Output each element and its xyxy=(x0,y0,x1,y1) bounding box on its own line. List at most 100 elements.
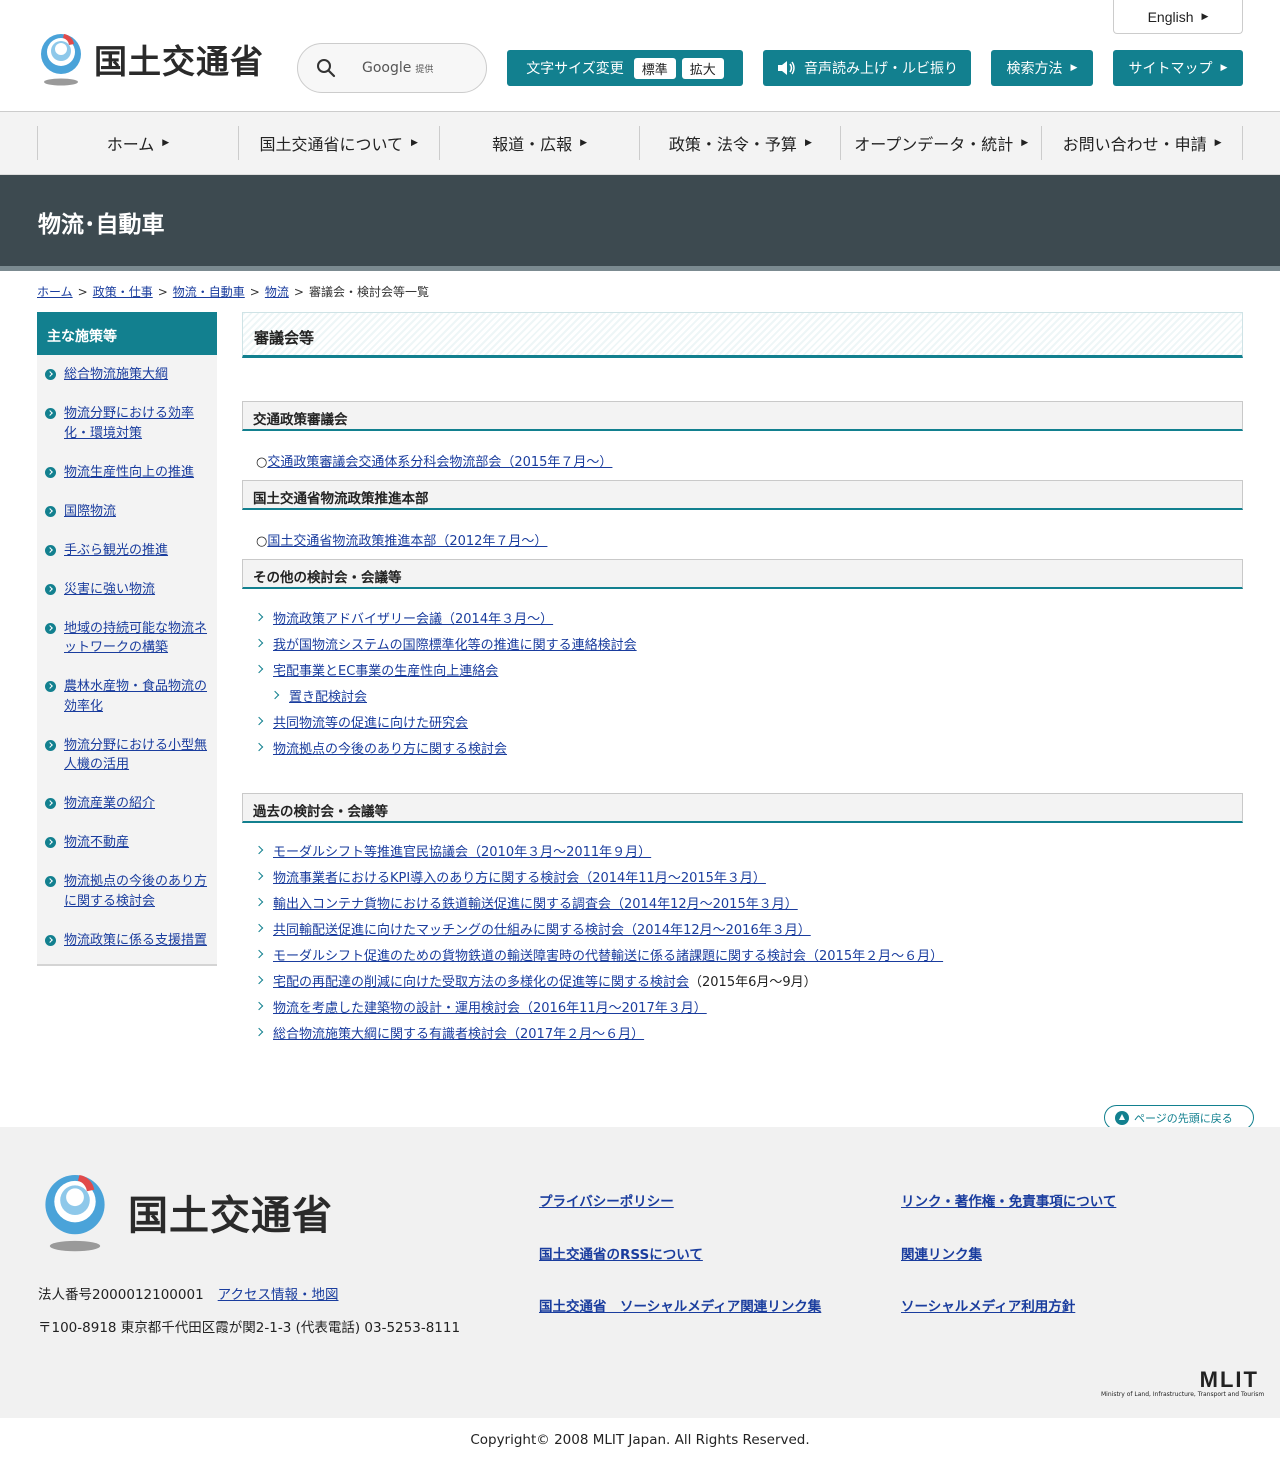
gnav-press[interactable]: 報道・広報 ▶ xyxy=(438,126,640,160)
gnav-about[interactable]: 国土交通省について ▶ xyxy=(237,126,439,160)
past-meeting-link[interactable]: 物流を考慮した建築物の設計・運用検討会（2016年11月～2017年３月） xyxy=(273,997,707,1016)
triangle-right-icon: ▶ xyxy=(804,138,812,148)
circle-arrow-icon xyxy=(45,837,56,848)
circle-arrow-icon xyxy=(45,544,56,556)
breadcrumb-logistics[interactable]: 物流 xyxy=(265,285,289,299)
sidebar-item: 国際物流 xyxy=(45,502,207,522)
sidebar-link[interactable]: 物流生産性向上の推進 xyxy=(64,463,194,483)
site-logo[interactable]: 国土交通省 xyxy=(36,32,264,86)
privacy-policy-link[interactable]: プライバシーポリシー xyxy=(539,1190,674,1210)
list-item: 物流を考慮した建築物の設計・運用検討会（2016年11月～2017年３月） xyxy=(254,993,943,1019)
past-meeting-link[interactable]: 共同輸配送促進に向けたマッチングの仕組みに関する検討会（2014年12月～201… xyxy=(273,919,811,938)
meeting-link[interactable]: 物流拠点の今後のあり方に関する検討会 xyxy=(273,738,507,757)
breadcrumb-logistics-auto[interactable]: 物流・自動車 xyxy=(173,285,245,299)
sidebar-item: 手ぶら観光の推進 xyxy=(45,541,207,561)
social-links-link[interactable]: 国土交通省 ソーシャルメディア関連リンク集 xyxy=(539,1295,821,1315)
sidebar-link[interactable]: 農林水産物・食品物流の効率化 xyxy=(64,677,207,716)
related-links-link[interactable]: 関連リンク集 xyxy=(901,1243,982,1263)
past-meeting-link[interactable]: 物流事業者におけるKPI導入のあり方に関する検討会（2014年11月～2015年… xyxy=(273,867,766,886)
voice-ruby-button[interactable]: 音声読み上げ・ルビ振り xyxy=(763,50,971,86)
meeting-link[interactable]: 共同物流等の促進に向けた研究会 xyxy=(273,712,468,731)
sidebar-item: 物流分野における小型無人機の活用 xyxy=(45,736,207,775)
access-map-link[interactable]: アクセス情報・地図 xyxy=(218,1287,339,1303)
past-meeting-link[interactable]: モーダルシフト等推進官民協議会（2010年３月～2011年９月） xyxy=(273,841,651,860)
headquarters-link[interactable]: 国土交通省物流政策推進本部（2012年７月～） xyxy=(267,534,547,549)
copyright-disclaimer-link[interactable]: リンク・著作権・免責事項について xyxy=(901,1190,1116,1210)
gnav-contact[interactable]: お問い合わせ・申請 ▶ xyxy=(1041,126,1243,160)
main-content: 審議会等 交通政策審議会 ○交通政策審議会交通体系分科会物流部会（2015年７月… xyxy=(242,312,1243,1042)
past-meeting-link[interactable]: 総合物流施策大綱に関する有識者検討会（2017年２月～６月） xyxy=(273,1023,644,1042)
sidebar-link[interactable]: 地域の持続可能な物流ネットワークの構築 xyxy=(64,619,207,658)
section-item: ○国土交通省物流政策推進本部（2012年７月～） xyxy=(256,534,548,549)
list-item: 物流事業者におけるKPI導入のあり方に関する検討会（2014年11月～2015年… xyxy=(254,863,943,889)
other-meetings-list: 物流政策アドバイザリー会議（2014年３月～） 我が国物流システムの国際標準化等… xyxy=(254,604,637,760)
sidebar-link[interactable]: 総合物流施策大綱 xyxy=(64,365,168,385)
social-policy-link[interactable]: ソーシャルメディア利用方針 xyxy=(901,1295,1075,1315)
font-size-label: 文字サイズ変更 xyxy=(526,61,624,77)
list-item: 宅配の再配達の削減に向けた受取方法の多様化の促進等に関する検討会 （2015年6月… xyxy=(254,967,943,993)
breadcrumb-current: 審議会・検討会等一覧 xyxy=(308,285,429,299)
search-provider: Google 提供 xyxy=(362,60,434,76)
font-size-large-button[interactable]: 拡大 xyxy=(681,57,724,79)
english-button[interactable]: English ▶ xyxy=(1113,0,1243,34)
gnav-home[interactable]: ホーム ▶ xyxy=(37,126,238,160)
list-item: 置き配検討会 xyxy=(256,682,637,708)
footer-logo[interactable]: 国土交通省 xyxy=(38,1170,333,1254)
arrow-up-icon xyxy=(1115,1110,1129,1125)
sidebar-link[interactable]: 災害に強い物流 xyxy=(64,580,155,600)
meeting-link[interactable]: 置き配検討会 xyxy=(289,686,367,705)
past-meeting-link[interactable]: 輸出入コンテナ貨物における鉄道輸送促進に関する調査会（2014年12月～2015… xyxy=(273,893,798,912)
meeting-link[interactable]: 宅配事業とEC事業の生産性向上連絡会 xyxy=(273,660,498,679)
chevron-right-icon xyxy=(254,949,264,959)
sidebar-link[interactable]: 物流不動産 xyxy=(64,833,129,853)
council-link[interactable]: 交通政策審議会交通体系分科会物流部会（2015年７月～） xyxy=(267,455,612,470)
meeting-link[interactable]: 物流政策アドバイザリー会議（2014年３月～） xyxy=(273,608,553,627)
chevron-right-icon xyxy=(254,1001,264,1011)
breadcrumb: ホーム > 政策・仕事 > 物流・自動車 > 物流 > 審議会・検討会等一覧 xyxy=(37,285,429,299)
chevron-right-icon xyxy=(254,923,264,933)
section-heading: 交通政策審議会 xyxy=(242,401,1243,431)
triangle-right-icon: ▶ xyxy=(1201,11,1209,21)
sidebar-link[interactable]: 物流分野における効率化・環境対策 xyxy=(64,404,207,443)
rss-link[interactable]: 国土交通省のRSSについて xyxy=(539,1243,703,1263)
sidebar-link[interactable]: 物流政策に係る支援措置 xyxy=(64,931,207,951)
past-meeting-link[interactable]: モーダルシフト促進のための貨物鉄道の輸送障害時の代替輸送に係る諸課題に関する検討… xyxy=(273,945,943,964)
circle-arrow-icon xyxy=(45,408,56,419)
chevron-right-icon xyxy=(254,716,264,726)
breadcrumb-home[interactable]: ホーム xyxy=(37,285,73,299)
sidebar-link[interactable]: 物流拠点の今後のあり方に関する検討会 xyxy=(64,872,207,911)
list-item: 輸出入コンテナ貨物における鉄道輸送促進に関する調査会（2014年12月～2015… xyxy=(254,889,943,915)
chevron-right-icon xyxy=(254,742,264,752)
search-box[interactable]: Google 提供 xyxy=(297,43,487,93)
sidebar-item: 物流産業の紹介 xyxy=(45,794,207,814)
period-text: （2015年6月～9月） xyxy=(689,974,817,990)
list-item: 宅配事業とEC事業の生産性向上連絡会 xyxy=(254,656,637,682)
gnav-opendata[interactable]: オープンデータ・統計 ▶ xyxy=(840,126,1041,160)
sidebar-link[interactable]: 物流産業の紹介 xyxy=(64,794,155,814)
breadcrumb-policy[interactable]: 政策・仕事 xyxy=(93,285,153,299)
sidebar-item: 物流不動産 xyxy=(45,833,207,853)
search-icon[interactable] xyxy=(316,58,336,78)
circle-arrow-icon xyxy=(45,798,56,809)
triangle-right-icon: ▶ xyxy=(162,138,170,148)
search-method-button[interactable]: 検索方法 ▶ xyxy=(991,50,1093,86)
font-size-standard-button[interactable]: 標準 xyxy=(633,57,676,79)
gnav-policy[interactable]: 政策・法令・予算 ▶ xyxy=(639,126,840,160)
sidebar-link[interactable]: 物流分野における小型無人機の活用 xyxy=(64,736,207,775)
global-nav: ホーム ▶ 国土交通省について ▶ 報道・広報 ▶ 政策・法令・予算 ▶ オープンデータ… xyxy=(0,112,1280,175)
sitemap-button[interactable]: サイトマップ ▶ xyxy=(1113,50,1243,86)
circle-arrow-icon xyxy=(45,622,56,634)
mlit-wordmark: MLIT Ministry of Land, Infrastructure, T… xyxy=(1101,1367,1265,1399)
sidebar-heading: 主な施策等 xyxy=(37,312,217,355)
sidebar-link[interactable]: 手ぶら観光の推進 xyxy=(64,541,168,561)
page-title-band: 物流･自動車 xyxy=(0,175,1280,271)
circle-arrow-icon xyxy=(45,934,56,946)
section-heading: その他の検討会・会議等 xyxy=(242,559,1243,589)
page-title: 物流･自動車 xyxy=(38,212,165,238)
triangle-right-icon: ▶ xyxy=(1214,138,1222,148)
past-meeting-link[interactable]: 宅配の再配達の削減に向けた受取方法の多様化の促進等に関する検討会 xyxy=(273,971,689,990)
triangle-right-icon: ▶ xyxy=(411,138,418,148)
mlit-logo-icon xyxy=(41,34,81,86)
sidebar-link[interactable]: 国際物流 xyxy=(64,502,116,522)
meeting-link[interactable]: 我が国物流システムの国際標準化等の推進に関する連絡検討会 xyxy=(273,634,637,653)
